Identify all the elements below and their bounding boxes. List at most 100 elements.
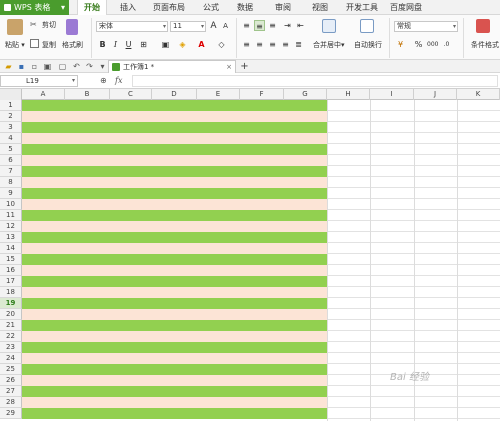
row-header-4[interactable]: 4 — [0, 133, 22, 144]
column-header-a[interactable]: A — [22, 89, 65, 100]
row-header-13[interactable]: 13 — [0, 232, 22, 243]
align-bottom-icon[interactable]: ≡ — [267, 20, 278, 31]
row-header-10[interactable]: 10 — [0, 199, 22, 210]
font-name-select[interactable]: 宋体 ▾ — [96, 21, 168, 32]
font-size-select[interactable]: 11 ▾ — [170, 21, 206, 32]
row-header-19[interactable]: 19 — [0, 298, 22, 309]
tab-home[interactable]: 开始 — [77, 0, 107, 16]
table-row[interactable] — [22, 221, 327, 232]
table-row[interactable] — [22, 144, 327, 155]
merge-center-button[interactable]: 合并居中▾ — [313, 40, 345, 50]
cut-button[interactable]: 剪切 — [42, 20, 56, 30]
column-header-k[interactable]: K — [457, 89, 500, 100]
scissors-icon[interactable]: ✂ — [30, 20, 39, 29]
copy-button[interactable]: 复制 — [42, 40, 56, 50]
column-header-j[interactable]: J — [414, 89, 457, 100]
row-header-27[interactable]: 27 — [0, 386, 22, 397]
table-row[interactable] — [22, 243, 327, 254]
table-row[interactable] — [22, 188, 327, 199]
table-row[interactable] — [22, 353, 327, 364]
align-right-icon[interactable]: ≡ — [267, 39, 278, 50]
currency-icon[interactable]: ¥ — [395, 39, 406, 50]
row-header-29[interactable]: 29 — [0, 408, 22, 419]
format-painter-icon[interactable] — [66, 19, 78, 35]
row-header-9[interactable]: 9 — [0, 188, 22, 199]
table-row[interactable] — [22, 309, 327, 320]
preview-icon[interactable]: ▢ — [58, 62, 67, 71]
app-menu-button[interactable]: WPS 表格 ▾ — [0, 0, 69, 15]
tab-developer[interactable]: 开发工具 — [346, 0, 378, 15]
clear-format-icon[interactable]: ◇ — [216, 39, 227, 50]
column-header-f[interactable]: F — [240, 89, 284, 100]
decimal-icon[interactable]: .0 — [441, 39, 452, 50]
tab-page-layout[interactable]: 页面布局 — [153, 0, 185, 15]
row-header-1[interactable]: 1 — [0, 100, 22, 111]
conditional-format-button[interactable]: 条件格式 — [471, 40, 500, 50]
document-tab[interactable]: 工作簿1 * × — [108, 60, 236, 73]
wrap-text-button[interactable]: 自动换行 — [354, 40, 382, 50]
table-row[interactable] — [22, 177, 327, 188]
table-row[interactable] — [22, 287, 327, 298]
table-row[interactable] — [22, 111, 327, 122]
paste-button[interactable]: 粘贴 ▾ — [5, 40, 25, 50]
row-header-14[interactable]: 14 — [0, 243, 22, 254]
table-row[interactable] — [22, 375, 327, 386]
row-header-7[interactable]: 7 — [0, 166, 22, 177]
redo-icon[interactable]: ↷ — [85, 62, 94, 71]
row-header-8[interactable]: 8 — [0, 177, 22, 188]
table-row[interactable] — [22, 210, 327, 221]
row-header-3[interactable]: 3 — [0, 122, 22, 133]
distribute-icon[interactable]: ≣ — [293, 39, 304, 50]
table-row[interactable] — [22, 122, 327, 133]
percent-button[interactable]: % — [413, 39, 424, 50]
table-row[interactable] — [22, 408, 327, 419]
row-header-24[interactable]: 24 — [0, 353, 22, 364]
row-header-11[interactable]: 11 — [0, 210, 22, 221]
table-row[interactable] — [22, 331, 327, 342]
increase-font-icon[interactable]: A — [208, 21, 219, 32]
merge-center-icon[interactable] — [322, 19, 336, 33]
table-row[interactable] — [22, 298, 327, 309]
function-button[interactable]: fx — [115, 75, 122, 87]
wrap-text-icon[interactable] — [360, 19, 374, 33]
row-header-5[interactable]: 5 — [0, 144, 22, 155]
tab-view[interactable]: 视图 — [312, 0, 328, 15]
merge-cells-icon[interactable]: ▣ — [160, 39, 171, 50]
fill-color-icon[interactable]: ◈ — [177, 39, 188, 50]
column-header-d[interactable]: D — [152, 89, 197, 100]
column-header-i[interactable]: I — [370, 89, 414, 100]
font-color-icon[interactable]: A — [196, 39, 207, 50]
row-header-12[interactable]: 12 — [0, 221, 22, 232]
open-folder-icon[interactable]: ▰ — [4, 62, 13, 71]
decrease-font-icon[interactable]: A — [220, 21, 231, 32]
new-tab-button[interactable]: + — [240, 62, 249, 72]
row-header-20[interactable]: 20 — [0, 309, 22, 320]
column-header-g[interactable]: G — [284, 89, 327, 100]
row-header-6[interactable]: 6 — [0, 155, 22, 166]
table-row[interactable] — [22, 397, 327, 408]
row-header-25[interactable]: 25 — [0, 364, 22, 375]
format-painter-button[interactable]: 格式刷 — [62, 40, 83, 50]
row-header-2[interactable]: 2 — [0, 111, 22, 122]
thousands-icon[interactable]: 000 — [427, 39, 438, 50]
tab-formulas[interactable]: 公式 — [203, 0, 219, 15]
zoom-icon[interactable]: ⊕ — [100, 75, 107, 87]
select-all-corner[interactable] — [0, 89, 22, 100]
table-row[interactable] — [22, 342, 327, 353]
align-left-icon[interactable]: ≡ — [241, 39, 252, 50]
row-header-22[interactable]: 22 — [0, 331, 22, 342]
print-icon[interactable]: ▣ — [43, 62, 52, 71]
italic-button[interactable]: I — [110, 39, 121, 50]
row-header-16[interactable]: 16 — [0, 265, 22, 276]
column-header-c[interactable]: C — [110, 89, 152, 100]
tab-baidu-netdisk[interactable]: 百度网盘 — [390, 0, 422, 15]
underline-button[interactable]: U — [123, 39, 134, 50]
tab-review[interactable]: 审阅 — [275, 0, 291, 15]
column-header-b[interactable]: B — [65, 89, 110, 100]
close-icon[interactable]: × — [226, 61, 232, 73]
name-box[interactable]: L19 ▾ — [0, 75, 78, 87]
table-row[interactable] — [22, 199, 327, 210]
table-row[interactable] — [22, 166, 327, 177]
table-row[interactable] — [22, 364, 327, 375]
table-row[interactable] — [22, 276, 327, 287]
